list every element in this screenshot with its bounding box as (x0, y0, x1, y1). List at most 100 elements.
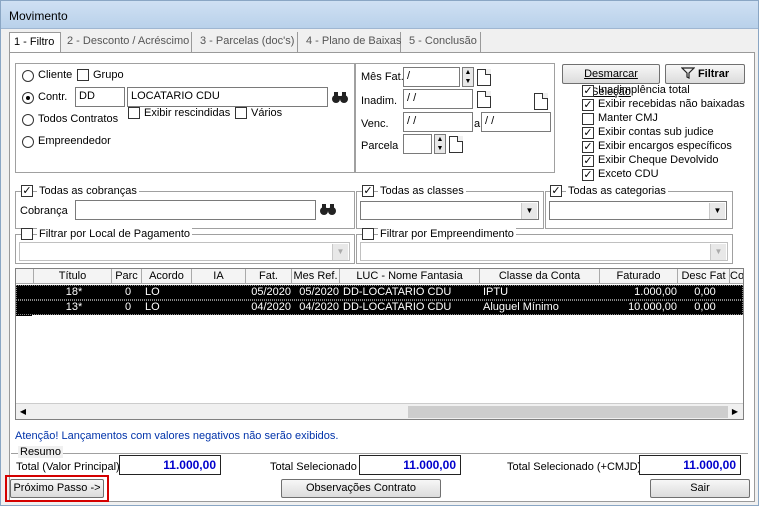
chk-filtrar-local-pagamento[interactable] (21, 228, 33, 240)
cobranca-input[interactable] (75, 200, 316, 220)
option-checkbox[interactable]: ✓ (582, 155, 594, 167)
cell-titulo: 18* (65, 286, 83, 298)
option-checkbox[interactable]: ✓ (582, 99, 594, 111)
col-mes-ref[interactable]: Mes Ref. (292, 269, 340, 284)
classes-dropdown-icon[interactable]: ▼ (521, 203, 537, 219)
parcela-input[interactable] (403, 134, 432, 154)
cell-parc: 0 (124, 301, 132, 313)
chk-grupo[interactable] (77, 69, 89, 81)
cell-ia (195, 301, 245, 316)
desmarcar-selecao-button[interactable]: Desmarcar Seleção (562, 64, 660, 98)
tab-conclusao[interactable]: 5 - Conclusão (405, 32, 481, 52)
inadim-document-icon[interactable] (477, 91, 491, 108)
total-selecionado-cmjd-label: Total Selecionado (+CMJD) (507, 461, 642, 473)
col-faturado[interactable]: Faturado (600, 269, 678, 284)
mes-fat-label: Mês Fat. (361, 71, 404, 83)
resumo-title: Resumo (18, 446, 63, 458)
venc-to-input[interactable]: / / (481, 112, 551, 132)
local-pagamento-select[interactable]: ▼ (19, 242, 350, 261)
radio-empreendedor[interactable] (22, 136, 34, 148)
parcela-document-icon[interactable] (449, 136, 463, 153)
cell-desc: 0,00 (694, 301, 716, 313)
inadim-extra-document-icon[interactable] (534, 93, 548, 110)
classes-title: Todas as classes (378, 185, 466, 197)
tab-desconto-acrescimo[interactable]: 2 - Desconto / Acréscimo (63, 32, 192, 52)
filtrar-label: Filtrar (697, 68, 730, 80)
categorias-dropdown-icon[interactable]: ▼ (709, 203, 725, 219)
mes-fat-document-icon[interactable] (477, 69, 491, 86)
tab-filtro[interactable]: 1 - Filtro (9, 32, 61, 53)
option-checkbox[interactable]: ✓ (582, 85, 594, 97)
empreendimento-select[interactable]: ▼ (360, 242, 728, 261)
observacoes-contrato-button[interactable]: Observações Contrato (281, 479, 441, 498)
cell-luc: DD-LOCATARIO CDU (343, 286, 452, 298)
chk-todas-classes[interactable]: ✓ (362, 185, 374, 197)
venc-from-input[interactable]: / / (403, 112, 473, 132)
chk-grupo-label: Grupo (93, 69, 124, 81)
col-luc-nome-fantasia[interactable]: LUC - Nome Fantasia (340, 269, 480, 284)
filtrar-button[interactable]: Filtrar (665, 64, 745, 84)
classes-select[interactable]: ▼ (360, 201, 539, 220)
local-pagamento-dropdown-icon[interactable]: ▼ (332, 244, 348, 260)
table-row[interactable]: 13* 0 LO 04/2020 04/2020 DD-LOCATARIO CDU Alug… (16, 300, 743, 315)
chk-todas-cobrancas[interactable]: ✓ (21, 185, 33, 197)
tab-parcelas[interactable]: 3 - Parcelas (doc's) (196, 32, 298, 52)
scroll-right-icon[interactable]: ▶ (729, 406, 741, 418)
col-ia[interactable]: IA (192, 269, 246, 284)
chk-varios[interactable] (235, 107, 247, 119)
chk-todas-categorias[interactable]: ✓ (550, 185, 562, 197)
grid-horizontal-scrollbar[interactable]: ◀ ▶ (16, 403, 743, 419)
option-checkbox[interactable] (582, 113, 594, 125)
radio-contr[interactable] (22, 92, 34, 104)
cell-mesref: 04/2020 (299, 301, 339, 313)
scroll-left-icon[interactable]: ◀ (17, 406, 29, 418)
scroll-thumb[interactable] (408, 406, 728, 418)
cell-faturado: 10.000,00 (628, 301, 677, 313)
window-title: Movimento (9, 9, 68, 23)
option-checkbox[interactable]: ✓ (582, 141, 594, 153)
col-desc-fat[interactable]: Desc Fat (678, 269, 730, 284)
movimento-window: Movimento 1 - Filtro 2 - Desconto / Acré… (0, 0, 759, 506)
contr-name-input[interactable]: LOCATARIO CDU (127, 87, 328, 107)
option-checkbox[interactable]: ✓ (582, 169, 594, 181)
chk-exibir-rescindidas[interactable] (128, 107, 140, 119)
binoculars-icon[interactable] (331, 88, 349, 106)
mes-fat-spinner[interactable]: ▲ ▼ (462, 67, 474, 87)
sair-button[interactable]: Sair (650, 479, 750, 498)
mes-fat-input[interactable]: / (403, 67, 460, 87)
cobranca-binoculars-icon[interactable] (319, 200, 337, 218)
option-label: Manter CMJ (598, 112, 658, 124)
proximo-passo-button[interactable]: Próximo Passo -> (10, 479, 104, 498)
col-acordo[interactable]: Acordo (142, 269, 192, 284)
cell-mesref: 05/2020 (299, 286, 339, 298)
col-titulo[interactable]: Título (34, 269, 112, 284)
negative-values-warning: Atenção! Lançamentos com valores negativ… (15, 430, 339, 442)
inadim-input[interactable]: / / (403, 89, 473, 109)
movimento-grid[interactable]: Título Parc Acordo IA Fat. Mes Ref. LUC … (15, 268, 744, 420)
cell-parc: 0 (124, 286, 132, 298)
table-row[interactable]: 18* 0 LO 05/2020 05/2020 DD-LOCATARIO CDU IPTU… (16, 285, 743, 300)
radio-empreendedor-label: Empreendedor (38, 135, 111, 147)
cell-titulo: 13* (65, 301, 83, 313)
venc-label: Venc. (361, 118, 389, 130)
total-principal-value: 11.000,00 (119, 455, 221, 475)
col-parc[interactable]: Parc (112, 269, 142, 284)
radio-todos-contratos[interactable] (22, 114, 34, 126)
cobranca-label: Cobrança (20, 205, 68, 217)
option-label: Exibir recebidas não baixadas (598, 98, 745, 110)
col-fat[interactable]: Fat. (246, 269, 292, 284)
parcela-spinner[interactable]: ▲ ▼ (434, 134, 446, 154)
chk-filtrar-empreendimento[interactable] (362, 228, 374, 240)
col-co[interactable]: Co (730, 269, 743, 284)
empreendimento-dropdown-icon[interactable]: ▼ (710, 244, 726, 260)
total-selecionado-cmjd-value: 11.000,00 (639, 455, 741, 475)
cell-fat: 04/2020 (251, 301, 291, 313)
categorias-select[interactable]: ▼ (549, 201, 727, 220)
option-checkbox[interactable]: ✓ (582, 127, 594, 139)
radio-cliente[interactable] (22, 70, 34, 82)
option-label: Exibir contas sub judice (598, 126, 714, 138)
col-classe-da-conta[interactable]: Classe da Conta (480, 269, 600, 284)
tab-plano-de-baixas[interactable]: 4 - Plano de Baixas (302, 32, 401, 52)
option-label: Exceto CDU (598, 168, 659, 180)
contr-code-input[interactable]: DD (75, 87, 125, 107)
